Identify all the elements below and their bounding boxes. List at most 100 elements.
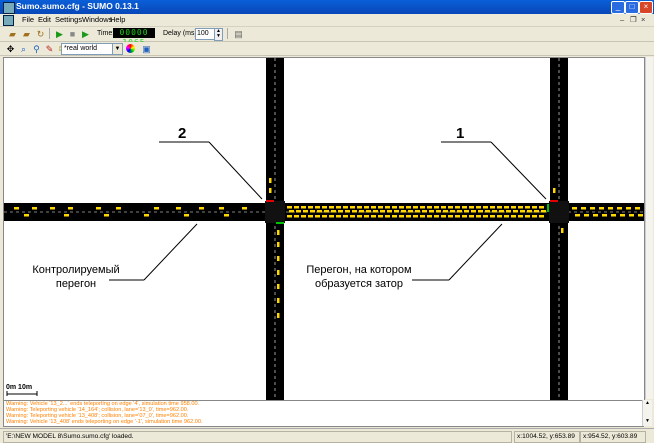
vehicle[interactable] <box>144 214 149 217</box>
vehicle[interactable] <box>32 207 37 210</box>
vehicle[interactable] <box>345 210 350 213</box>
menu-help[interactable]: Help <box>110 15 125 24</box>
vehicle[interactable] <box>277 256 280 261</box>
vehicle[interactable] <box>483 215 488 218</box>
vehicle[interactable] <box>504 215 509 218</box>
vehicle[interactable] <box>635 207 640 210</box>
vehicle[interactable] <box>499 210 504 213</box>
vehicle[interactable] <box>371 206 376 209</box>
vehicle[interactable] <box>350 215 355 218</box>
vehicle[interactable] <box>541 210 546 213</box>
vehicle[interactable] <box>287 206 292 209</box>
minimize-button[interactable]: _ <box>611 1 625 14</box>
vehicle[interactable] <box>483 206 488 209</box>
vehicle[interactable] <box>584 214 589 217</box>
vehicle[interactable] <box>539 206 544 209</box>
vehicle[interactable] <box>336 215 341 218</box>
vehicle[interactable] <box>380 210 385 213</box>
vehicle[interactable] <box>310 210 315 213</box>
vehicle[interactable] <box>277 230 280 235</box>
vehicle[interactable] <box>352 210 357 213</box>
vehicle[interactable] <box>534 210 539 213</box>
vehicle[interactable] <box>471 210 476 213</box>
vehicle[interactable] <box>378 215 383 218</box>
vehicle[interactable] <box>308 215 313 218</box>
vehicle[interactable] <box>629 214 634 217</box>
vehicle[interactable] <box>324 210 329 213</box>
vehicle[interactable] <box>525 215 530 218</box>
junction-2[interactable] <box>265 201 285 223</box>
vehicle[interactable] <box>399 206 404 209</box>
vehicle[interactable] <box>394 210 399 213</box>
vehicle[interactable] <box>611 214 616 217</box>
vehicle[interactable] <box>420 215 425 218</box>
vehicle[interactable] <box>50 207 55 210</box>
vehicle[interactable] <box>269 188 272 193</box>
menu-file[interactable]: File <box>22 15 34 24</box>
vehicle[interactable] <box>422 210 427 213</box>
vehicle[interactable] <box>485 210 490 213</box>
mdi-child-icon[interactable] <box>3 15 14 26</box>
vehicle[interactable] <box>366 210 371 213</box>
vehicle[interactable] <box>224 214 229 217</box>
vehicle[interactable] <box>287 215 292 218</box>
vehicle[interactable] <box>504 206 509 209</box>
stop-icon[interactable]: ■ <box>66 28 79 41</box>
vehicle[interactable] <box>457 210 462 213</box>
vehicle[interactable] <box>96 207 101 210</box>
vehicle[interactable] <box>24 214 29 217</box>
vehicle[interactable] <box>392 206 397 209</box>
recenter-view-icon[interactable]: ✥ <box>4 43 17 56</box>
vehicle[interactable] <box>373 210 378 213</box>
vehicle[interactable] <box>392 215 397 218</box>
vehicle[interactable] <box>303 210 308 213</box>
vehicle[interactable] <box>469 215 474 218</box>
canvas-scrollbar[interactable] <box>645 57 653 399</box>
step-icon[interactable]: ▶ <box>79 28 92 41</box>
vehicle[interactable] <box>406 215 411 218</box>
vehicle[interactable] <box>497 215 502 218</box>
edit-coloring-icon[interactable] <box>124 43 137 56</box>
vehicle[interactable] <box>518 215 523 218</box>
vehicle[interactable] <box>443 210 448 213</box>
vehicle[interactable] <box>497 206 502 209</box>
vehicle[interactable] <box>331 210 336 213</box>
vehicle[interactable] <box>219 207 224 210</box>
vehicle[interactable] <box>490 215 495 218</box>
reload-icon[interactable]: ↻ <box>34 28 47 41</box>
vehicle[interactable] <box>294 206 299 209</box>
vehicle[interactable] <box>329 206 334 209</box>
vehicle[interactable] <box>176 207 181 210</box>
vehicle[interactable] <box>154 207 159 210</box>
vehicle[interactable] <box>527 210 532 213</box>
vehicle[interactable] <box>378 206 383 209</box>
vehicle[interactable] <box>492 210 497 213</box>
vehicle[interactable] <box>593 214 598 217</box>
vehicle[interactable] <box>427 206 432 209</box>
vehicle[interactable] <box>408 210 413 213</box>
vehicle[interactable] <box>448 215 453 218</box>
vehicle[interactable] <box>506 210 511 213</box>
vehicle[interactable] <box>277 298 280 303</box>
vehicle[interactable] <box>364 206 369 209</box>
vehicle[interactable] <box>315 215 320 218</box>
vehicle[interactable] <box>14 207 19 210</box>
vehicle[interactable] <box>572 207 577 210</box>
vehicle[interactable] <box>401 210 406 213</box>
simulation-canvas[interactable]: 2 1 Контролируемый перегон Перегон, на к… <box>3 57 645 401</box>
vehicle[interactable] <box>364 215 369 218</box>
vehicle[interactable] <box>476 206 481 209</box>
vehicle[interactable] <box>462 215 467 218</box>
vehicle[interactable] <box>511 215 516 218</box>
vehicle[interactable] <box>620 214 625 217</box>
vehicle[interactable] <box>359 210 364 213</box>
run-icon[interactable]: ▶ <box>53 28 66 41</box>
screenshot-icon[interactable]: ▣ <box>140 43 153 56</box>
vehicle[interactable] <box>387 210 392 213</box>
vehicle[interactable] <box>68 207 73 210</box>
vehicle[interactable] <box>441 215 446 218</box>
vehicle[interactable] <box>581 207 586 210</box>
vehicle[interactable] <box>116 207 121 210</box>
vehicle[interactable] <box>104 214 109 217</box>
vehicle[interactable] <box>575 214 580 217</box>
